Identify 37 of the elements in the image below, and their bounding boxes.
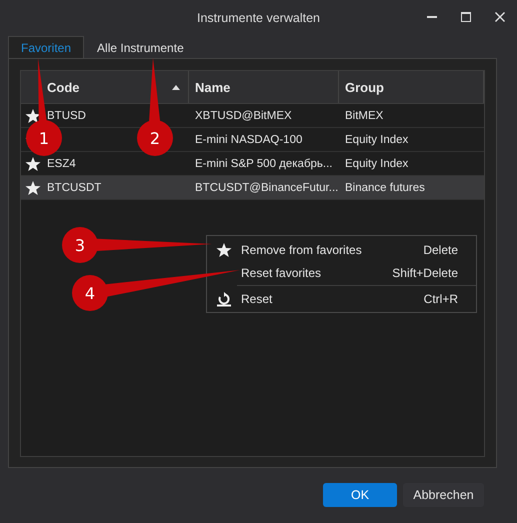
table-cell-text: XBTUSD@BitMEX: [194, 110, 293, 122]
maximize-icon: [460, 11, 472, 23]
table-cell-text: Equity Index: [344, 134, 410, 146]
shortcut-label: Delete: [423, 242, 458, 256]
tab[interactable]: Alle Instrumente: [84, 36, 197, 58]
cancel-button[interactable]: Abbrechen: [403, 483, 484, 507]
column-header[interactable]: Name: [189, 71, 339, 103]
table-cell-text: E-mini S&P 500 декабрь...: [194, 158, 334, 170]
table-cell-text: ESZ4: [46, 158, 76, 170]
callout-number: 1: [38, 129, 50, 148]
menu-item[interactable]: Reset favorites Shift+Delete: [207, 261, 476, 284]
table-cell-text: BTCUSDT: [46, 182, 102, 194]
menu-item-label: Reset favorites: [241, 266, 322, 280]
menu-item[interactable]: Reset Ctrl+R: [207, 287, 476, 310]
window-title: Instrumente verwalten: [197, 11, 320, 25]
shortcut-label: Shift+Delete: [392, 266, 458, 280]
table-cell-text: Equity Index: [344, 158, 410, 170]
callout-number: 2: [150, 129, 160, 148]
reset-icon: [216, 290, 232, 306]
ok-button[interactable]: OK: [323, 483, 397, 507]
table-cell-text: BTUSD: [46, 110, 86, 122]
table-cell-text: BitMEX: [344, 110, 384, 122]
column-header[interactable]: Group: [339, 71, 484, 103]
table-cell-text: BTCUSDT@BinanceFutur...: [194, 182, 339, 194]
menu-item[interactable]: Remove from favorites Delete: [207, 238, 476, 261]
menu-item-label: Remove from favorites: [241, 242, 363, 256]
column-label: Code: [47, 80, 80, 94]
tab[interactable]: Favoriten: [8, 36, 84, 58]
table-cell-text: Binance futures: [344, 182, 426, 194]
callout-number: 3: [74, 236, 86, 255]
shortcut-label: Ctrl+R: [424, 292, 458, 306]
close-icon: [494, 11, 506, 23]
callout-number: 4: [84, 284, 96, 303]
table-cell-text: E-mini NASDAQ-100: [194, 134, 304, 146]
star-icon: [216, 242, 232, 258]
table-row[interactable]: BTCUSDT BTCUSDT@BinanceFutur... Binance futures: [21, 176, 484, 200]
menu-item-label: Reset: [241, 292, 274, 306]
